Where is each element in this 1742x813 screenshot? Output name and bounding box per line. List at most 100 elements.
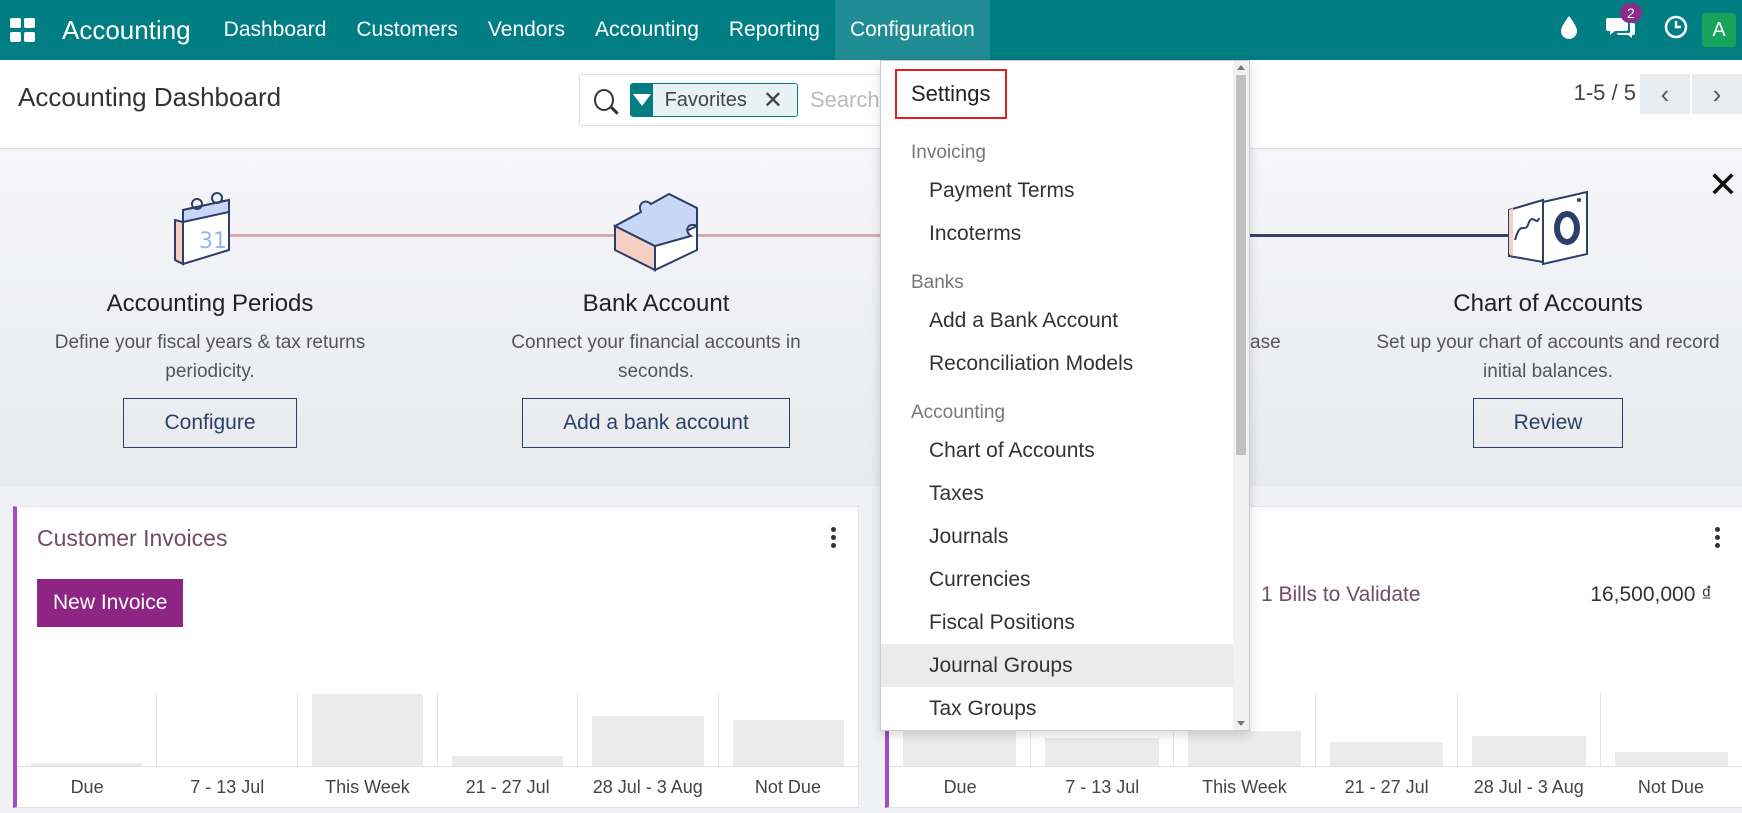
pager-value[interactable]: 1-5 / 5 (1574, 80, 1636, 106)
apps-grid-icon[interactable] (10, 18, 36, 42)
control-panel: Accounting Dashboard Favorites ✕ Search.… (0, 60, 1742, 149)
dropdown-section-header: Banks (911, 272, 964, 293)
scroll-thumb[interactable] (1236, 75, 1246, 455)
search-bar[interactable]: Favorites ✕ Search... (579, 74, 899, 126)
menu-item-journal-groups[interactable]: Journal Groups (881, 644, 1233, 687)
menu-item-incoterms[interactable]: Incoterms (881, 212, 1233, 255)
chart-tick-label: 7 - 13 Jul (1065, 777, 1140, 797)
kebab-menu-icon[interactable] (831, 527, 836, 551)
drop-icon[interactable] (1560, 15, 1578, 46)
menu-item-payment-terms[interactable]: Payment Terms (881, 169, 1233, 212)
menu-item-tax-groups[interactable]: Tax Groups (881, 687, 1233, 730)
chart-bar[interactable] (903, 731, 1017, 766)
calendar-icon: 31 (165, 180, 255, 276)
clock-icon[interactable] (1664, 15, 1688, 46)
chart-tick-label: Due (70, 777, 104, 797)
kebab-menu-icon[interactable] (1715, 527, 1720, 551)
menu-item-journals[interactable]: Journals (881, 515, 1233, 558)
chart-column (578, 692, 719, 766)
scroll-down-arrow-icon[interactable] (1237, 721, 1245, 726)
menu-vendors[interactable]: Vendors (473, 0, 580, 60)
step-description: Connect your financial accounts in secon… (511, 332, 801, 382)
favorites-facet[interactable]: Favorites ✕ (630, 83, 798, 117)
step-description: Define your fiscal years & tax returns p… (54, 332, 366, 382)
chart-bar[interactable] (1329, 742, 1444, 766)
chat-icon[interactable]: 2 (1606, 2, 1642, 46)
menu-item-add-a-bank-account[interactable]: Add a Bank Account (881, 299, 1233, 342)
bills-to-validate-link[interactable]: 1 Bills to Validate (1261, 583, 1421, 607)
menu-item-currencies[interactable]: Currencies (881, 558, 1233, 601)
app-brand[interactable]: Accounting (62, 15, 191, 46)
step-title: Bank Account (582, 290, 730, 317)
facet-remove-icon[interactable]: ✕ (756, 84, 797, 116)
menu-customers[interactable]: Customers (341, 0, 473, 60)
svg-text:31: 31 (199, 229, 227, 254)
chart-tick-label: This Week (325, 777, 410, 797)
pager-previous-button[interactable]: ‹ (1640, 74, 1690, 114)
search-icon[interactable] (594, 89, 615, 111)
chart-labels: Due 7 - 13 Jul This Week 21 - 27 Jul 28 Jul … (17, 767, 858, 807)
new-invoice-button[interactable]: New Invoice (37, 579, 184, 627)
dropdown-list: Settings Invoicing Payment Terms Incoterms… (881, 61, 1233, 730)
step-title: Chart of Accounts (1453, 290, 1643, 317)
chart-tick-label: 21 - 27 Jul (465, 777, 550, 797)
configuration-dropdown: Settings Invoicing Payment Terms Incoterms… (880, 60, 1250, 731)
menu-item-taxes[interactable]: Taxes (881, 472, 1233, 515)
dropdown-section-header: Accounting (911, 402, 1006, 423)
chart-labels: Due 7 - 13 Jul This Week 21 - 27 Jul 28 Jul … (889, 767, 1742, 807)
facet-label: Favorites (652, 84, 757, 116)
menu-item-reconciliation-models[interactable]: Reconciliation Models (881, 342, 1233, 385)
puzzle-icon (611, 180, 701, 276)
menu-dashboard[interactable]: Dashboard (209, 0, 342, 60)
chart-column (17, 692, 158, 766)
menu-item-fiscal-positions[interactable]: Fiscal Positions (881, 601, 1233, 644)
chart-column (438, 692, 579, 766)
user-avatar[interactable]: A (1702, 13, 1736, 47)
chart-bar[interactable] (1614, 752, 1728, 766)
customer-invoices-card: Customer Invoices New Invoice Due 7 - 13 … (13, 506, 859, 808)
step-description: Set up your chart of accounts and record… (1376, 332, 1720, 382)
menu-configuration[interactable]: Configuration (834, 0, 990, 60)
top-navbar: Accounting Dashboard Customers Vendors A… (0, 0, 1742, 60)
chart-bar[interactable] (31, 763, 143, 766)
chart-column (298, 692, 438, 766)
card-title[interactable]: Customer Invoices (37, 525, 227, 552)
chart-bar[interactable] (1472, 736, 1586, 766)
chart-tick-label: Not Due (754, 777, 821, 797)
pager-next-button[interactable]: › (1692, 74, 1742, 114)
customer-chart: Due 7 - 13 Jul This Week 21 - 27 Jul 28 Jul … (17, 692, 858, 807)
chart-column (1458, 692, 1601, 766)
chart-bar[interactable] (451, 756, 564, 766)
menu-accounting[interactable]: Accounting (580, 0, 714, 60)
chart-tick-label: 7 - 13 Jul (190, 777, 265, 797)
chart-tick-label: 21 - 27 Jul (1344, 777, 1429, 797)
dropdown-section-header: Invoicing (911, 142, 986, 163)
chart-bar[interactable] (732, 720, 844, 766)
configure-button[interactable]: Configure (123, 398, 297, 448)
onboarding-panel: ✕ 31 Accounting Periods Define your fisc… (0, 150, 1742, 486)
chart-bar[interactable] (1187, 731, 1301, 766)
chart-column (1601, 692, 1742, 766)
chart-tick-label: 28 Jul - 3 Aug (592, 777, 703, 797)
chart-column (719, 692, 858, 766)
chart-bars (17, 692, 858, 767)
review-button[interactable]: Review (1472, 398, 1624, 448)
step-accounting-periods: 31 Accounting Periods Define your fiscal… (0, 180, 420, 448)
dropdown-scrollbar[interactable] (1233, 61, 1249, 730)
chart-column (157, 692, 298, 766)
filter-icon (631, 84, 653, 116)
messages-badge: 2 (1620, 2, 1642, 23)
add-bank-account-button[interactable]: Add a bank account (522, 398, 790, 448)
menu-item-chart-of-accounts[interactable]: Chart of Accounts (881, 429, 1233, 472)
chart-tick-label: Not Due (1637, 777, 1704, 797)
menu-reporting[interactable]: Reporting (714, 0, 835, 60)
chart-bar[interactable] (592, 716, 704, 766)
chart-tick-label: 28 Jul - 3 Aug (1473, 777, 1584, 797)
menu-settings[interactable]: Settings (895, 69, 1007, 119)
chart-bar[interactable] (1045, 738, 1159, 766)
chart-bar[interactable] (311, 694, 423, 766)
scroll-up-arrow-icon[interactable] (1237, 65, 1245, 70)
page-title: Accounting Dashboard (18, 82, 282, 112)
pager-buttons: ‹ › (1638, 74, 1742, 114)
systray: 2 A (1546, 0, 1742, 60)
